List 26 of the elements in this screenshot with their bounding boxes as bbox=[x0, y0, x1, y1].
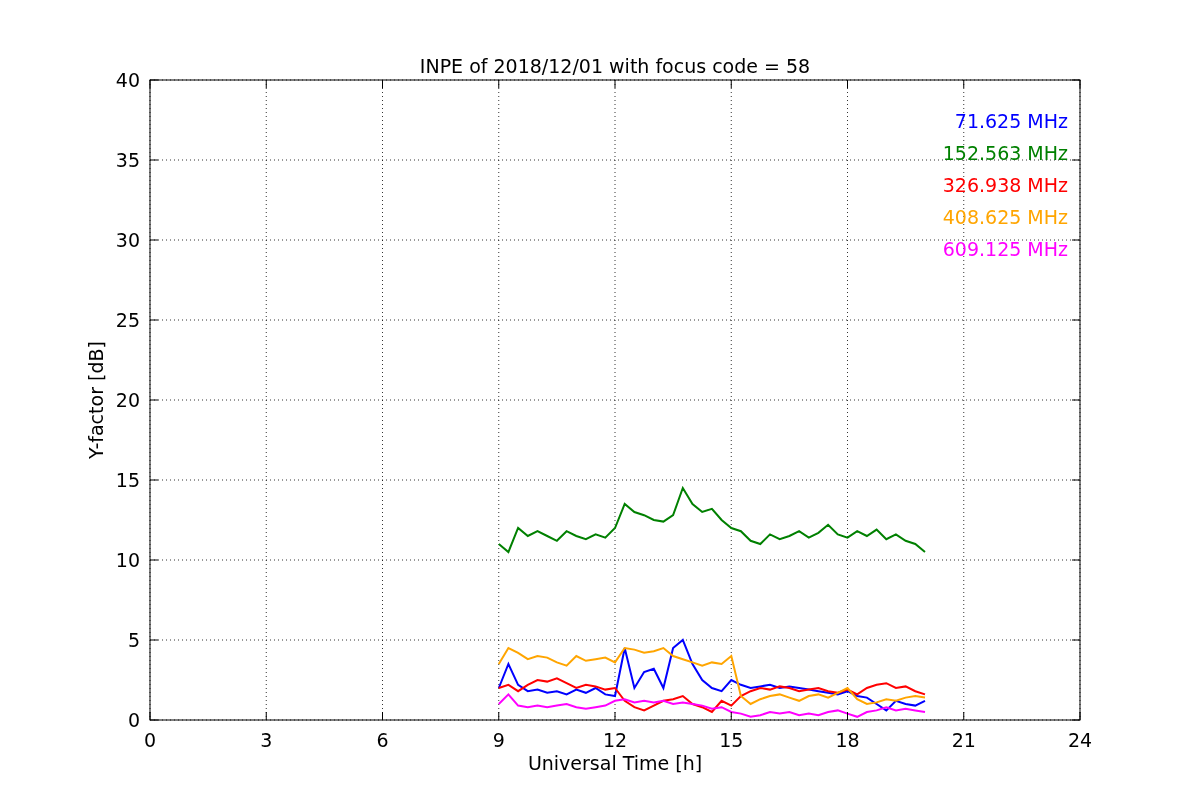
y-tick-label: 5 bbox=[127, 629, 140, 651]
x-tick-label: 3 bbox=[260, 729, 273, 751]
y-tick-label: 30 bbox=[115, 229, 140, 251]
x-tick-label: 18 bbox=[835, 729, 860, 751]
x-tick-label: 6 bbox=[376, 729, 389, 751]
legend-label: 326.938 MHz bbox=[942, 174, 1068, 196]
chart-title: INPE of 2018/12/01 with focus code = 58 bbox=[419, 55, 811, 77]
y-tick-label: 25 bbox=[115, 309, 140, 331]
y-axis-label: Y-factor [dB] bbox=[85, 341, 107, 459]
y-tick-label: 0 bbox=[127, 709, 140, 731]
x-tick-label: 12 bbox=[602, 729, 628, 751]
x-tick-label: 9 bbox=[492, 729, 505, 751]
y-tick-label: 15 bbox=[115, 469, 140, 491]
x-axis-label: Universal Time [h] bbox=[527, 752, 703, 774]
y-tick-label: 20 bbox=[115, 389, 140, 411]
legend-label: 71.625 MHz bbox=[954, 110, 1068, 132]
y-tick-label: 35 bbox=[115, 149, 140, 171]
y-tick-label: 10 bbox=[115, 549, 140, 571]
legend-label: 152.563 MHz bbox=[942, 142, 1068, 164]
y-tick-label: 40 bbox=[115, 69, 140, 91]
legend-label: 408.625 MHz bbox=[942, 206, 1068, 228]
x-tick-label: 24 bbox=[1067, 729, 1093, 751]
legend-label: 609.125 MHz bbox=[942, 238, 1068, 260]
x-tick-label: 15 bbox=[719, 729, 744, 751]
x-tick-label: 0 bbox=[143, 729, 157, 751]
x-tick-label: 21 bbox=[951, 729, 976, 751]
